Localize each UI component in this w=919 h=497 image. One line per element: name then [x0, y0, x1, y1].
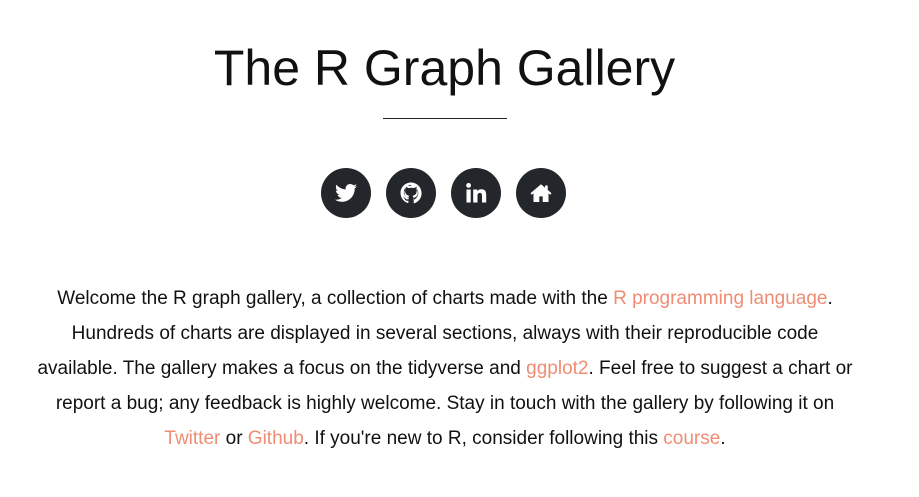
intro-text: Welcome the R graph gallery, a collectio…: [57, 288, 614, 309]
course-link[interactable]: course: [663, 428, 720, 449]
linkedin-icon: [466, 183, 487, 203]
github-icon: [400, 182, 422, 204]
twitter-icon: [335, 184, 357, 202]
ggplot2-link[interactable]: ggplot2: [526, 358, 588, 379]
social-links: [321, 168, 566, 218]
page-title: The R Graph Gallery: [213, 40, 676, 96]
intro-text: .: [720, 428, 726, 449]
r-language-link[interactable]: R programming language: [613, 288, 827, 309]
title-divider: [383, 118, 507, 119]
home-button[interactable]: [516, 168, 566, 218]
page: The R Graph Gallery Welcome the R graph …: [0, 0, 919, 497]
linkedin-button[interactable]: [451, 168, 501, 218]
github-button[interactable]: [386, 168, 436, 218]
github-link[interactable]: Github: [248, 428, 304, 449]
intro-text: or: [220, 428, 248, 449]
twitter-button[interactable]: [321, 168, 371, 218]
twitter-link[interactable]: Twitter: [164, 428, 220, 449]
intro-text: . If you're new to R, consider following…: [303, 428, 664, 449]
home-icon: [530, 184, 552, 202]
intro-paragraph: Welcome the R graph gallery, a collectio…: [30, 281, 860, 456]
